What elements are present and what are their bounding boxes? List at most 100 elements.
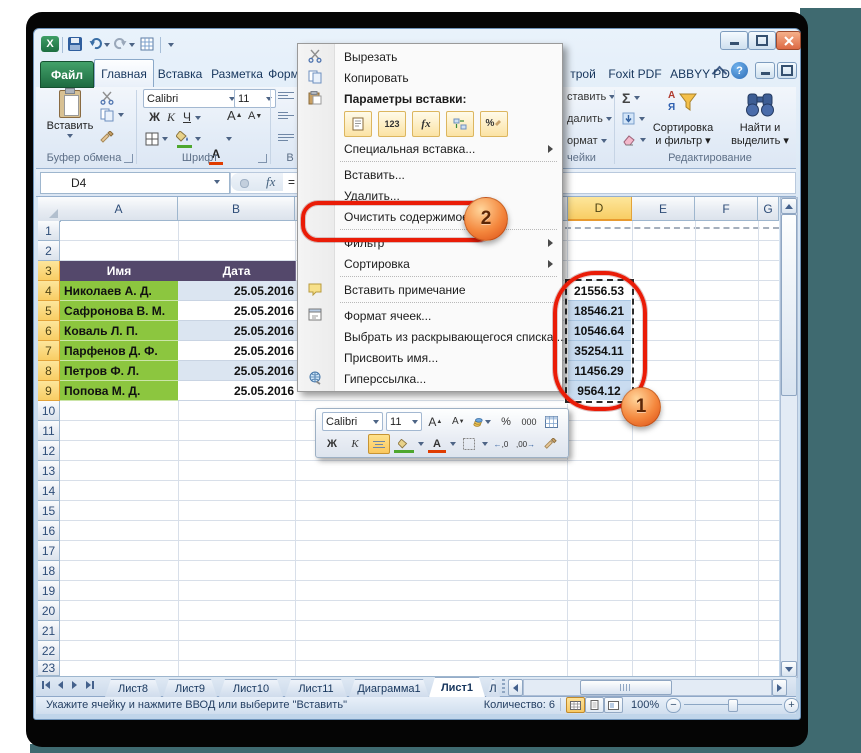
mini-increase-decimal-button[interactable]: ,00→	[514, 435, 537, 453]
table-row-name[interactable]: Сафронова В. М.	[60, 301, 182, 321]
table-header-Имя[interactable]: Имя	[60, 261, 179, 281]
column-header-D[interactable]: D	[567, 197, 632, 221]
prev-sheet-button[interactable]	[58, 681, 63, 689]
mini-font-color-button[interactable]: А	[427, 435, 447, 453]
first-sheet-button[interactable]	[42, 681, 50, 689]
align-top-icon[interactable]	[278, 92, 294, 99]
grow-font-button[interactable]: A▲	[227, 108, 243, 123]
mini-borders-button[interactable]	[459, 435, 479, 453]
zoom-out-button[interactable]: −	[666, 698, 681, 713]
orientation-icon[interactable]	[278, 134, 294, 141]
mini-format-painter-button[interactable]	[540, 435, 560, 453]
mini-percent-button[interactable]: %	[496, 413, 516, 431]
italic-button[interactable]: К	[164, 110, 178, 125]
zoom-level[interactable]: 100%	[631, 699, 659, 711]
row-header-10[interactable]: 10	[38, 401, 60, 421]
sheet-tab-Лист10[interactable]: Лист10	[219, 679, 283, 697]
collapse-formula-dot[interactable]	[240, 179, 249, 188]
page-break-view-button[interactable]	[604, 697, 623, 713]
font-color-dropdown-icon[interactable]	[226, 137, 232, 141]
borders-button[interactable]	[145, 132, 159, 146]
mini-bold-button[interactable]: Ж	[322, 435, 342, 453]
row-header-17[interactable]: 17	[38, 541, 60, 561]
table-row-date[interactable]: 25.05.2016	[178, 361, 299, 381]
row-header-6[interactable]: 6	[38, 321, 61, 341]
row-header-3[interactable]: 3	[38, 261, 61, 281]
insert-cells-button[interactable]: ставить	[567, 91, 615, 103]
column-header-B[interactable]: B	[178, 197, 295, 221]
horizontal-scrollbar-thumb[interactable]	[580, 680, 672, 695]
excel-logo-icon[interactable]: X	[41, 36, 59, 52]
row-header-2[interactable]: 2	[38, 241, 60, 261]
row-header-7[interactable]: 7	[38, 341, 61, 361]
zoom-slider-thumb[interactable]	[728, 699, 738, 712]
row-header-4[interactable]: 4	[38, 281, 61, 301]
mini-grow-font-button[interactable]: A▲	[425, 413, 445, 431]
table-row-name[interactable]: Коваль Л. П.	[60, 321, 182, 341]
mini-comma-button[interactable]: 000	[519, 413, 539, 431]
mini-accounting-format-button[interactable]	[471, 413, 493, 431]
row-header-21[interactable]: 21	[38, 621, 60, 641]
bold-button[interactable]: Ж	[147, 110, 162, 124]
shrink-font-button[interactable]: A▼	[248, 110, 262, 122]
menu-item-define-name[interactable]: Присвоить имя...	[298, 347, 562, 368]
underline-dropdown-icon[interactable]	[195, 116, 201, 120]
menu-item-insert[interactable]: Вставить...	[298, 164, 562, 185]
last-sheet-button[interactable]	[86, 681, 94, 689]
column-header-F[interactable]: F	[695, 197, 758, 221]
menu-item-pick-from-list[interactable]: Выбрать из раскрывающегося списка...	[298, 326, 562, 347]
sheet-tab-Лист1[interactable]: Лист1	[429, 677, 485, 697]
redo-button[interactable]	[113, 36, 128, 51]
workbook-restore-button[interactable]	[777, 62, 797, 79]
table-row-name[interactable]: Петров Ф. Л.	[60, 361, 182, 381]
font-name-combo[interactable]: Calibri	[143, 89, 239, 108]
table-row-date[interactable]: 25.05.2016	[178, 301, 299, 321]
row-header-23[interactable]: 23	[38, 661, 60, 676]
mini-font-name-combo[interactable]: Calibri	[322, 412, 383, 431]
row-header-8[interactable]: 8	[38, 361, 61, 381]
column-header-A[interactable]: A	[60, 197, 178, 221]
menu-item-insert-comment[interactable]: Вставить примечание	[298, 279, 562, 300]
row-header-15[interactable]: 15	[38, 501, 60, 521]
mini-format-table-button[interactable]	[542, 413, 562, 431]
menu-item-sort[interactable]: Сортировка	[298, 253, 562, 274]
row-header-19[interactable]: 19	[38, 581, 60, 601]
mini-shrink-font-button[interactable]: A▼	[448, 413, 468, 431]
mini-decrease-decimal-button[interactable]: ←,0	[491, 435, 511, 453]
tab-Файл[interactable]: Файл	[40, 61, 94, 88]
row-header-12[interactable]: 12	[38, 441, 60, 461]
row-header-13[interactable]: 13	[38, 461, 60, 481]
row-header-1[interactable]: 1	[38, 221, 60, 241]
undo-dropdown-icon[interactable]	[104, 43, 110, 47]
name-box[interactable]: D4	[40, 172, 230, 194]
undo-button[interactable]	[88, 36, 103, 51]
mini-borders-dropdown-icon[interactable]	[482, 442, 488, 446]
menu-item-paste-special[interactable]: Специальная вставка...	[298, 138, 562, 159]
table-row-date[interactable]: 25.05.2016	[178, 281, 299, 301]
mini-font-color-dropdown-icon[interactable]	[450, 442, 456, 446]
fill-color-button[interactable]	[176, 131, 193, 148]
tab-Главная[interactable]: Главная	[94, 59, 154, 87]
name-box-dropdown-icon[interactable]	[214, 180, 220, 184]
table-header-Дата[interactable]: Дата	[178, 261, 296, 281]
copy-button[interactable]	[100, 108, 114, 122]
row-header-5[interactable]: 5	[38, 301, 61, 321]
window-close-button[interactable]	[776, 31, 801, 50]
menu-item-hyperlink[interactable]: Гиперссылка...	[298, 368, 562, 389]
mini-font-size-combo[interactable]: 11	[386, 412, 422, 431]
menu-item-format-cells[interactable]: Формат ячеек...	[298, 305, 562, 326]
select-all-corner[interactable]	[38, 197, 61, 222]
fill-color-dropdown-icon[interactable]	[195, 137, 201, 141]
delete-cells-button[interactable]: далить	[567, 113, 612, 125]
table-row-date[interactable]: 25.05.2016	[178, 341, 299, 361]
paste-formulas-button[interactable]: fx	[412, 111, 440, 137]
format-cells-button[interactable]: ормат	[567, 135, 607, 147]
tab-Разметка[interactable]: Разметка	[208, 61, 266, 86]
qat-customize-icon[interactable]	[168, 43, 174, 47]
tab-Foxit PDF[interactable]: Foxit PDF	[604, 61, 666, 86]
workbook-minimize-button[interactable]	[755, 62, 775, 79]
normal-view-button[interactable]	[566, 697, 585, 713]
hscroll-left-button[interactable]	[508, 679, 523, 696]
menu-item-paste-options[interactable]: Параметры вставки:	[298, 88, 562, 109]
paste-transpose-button[interactable]	[446, 111, 474, 137]
